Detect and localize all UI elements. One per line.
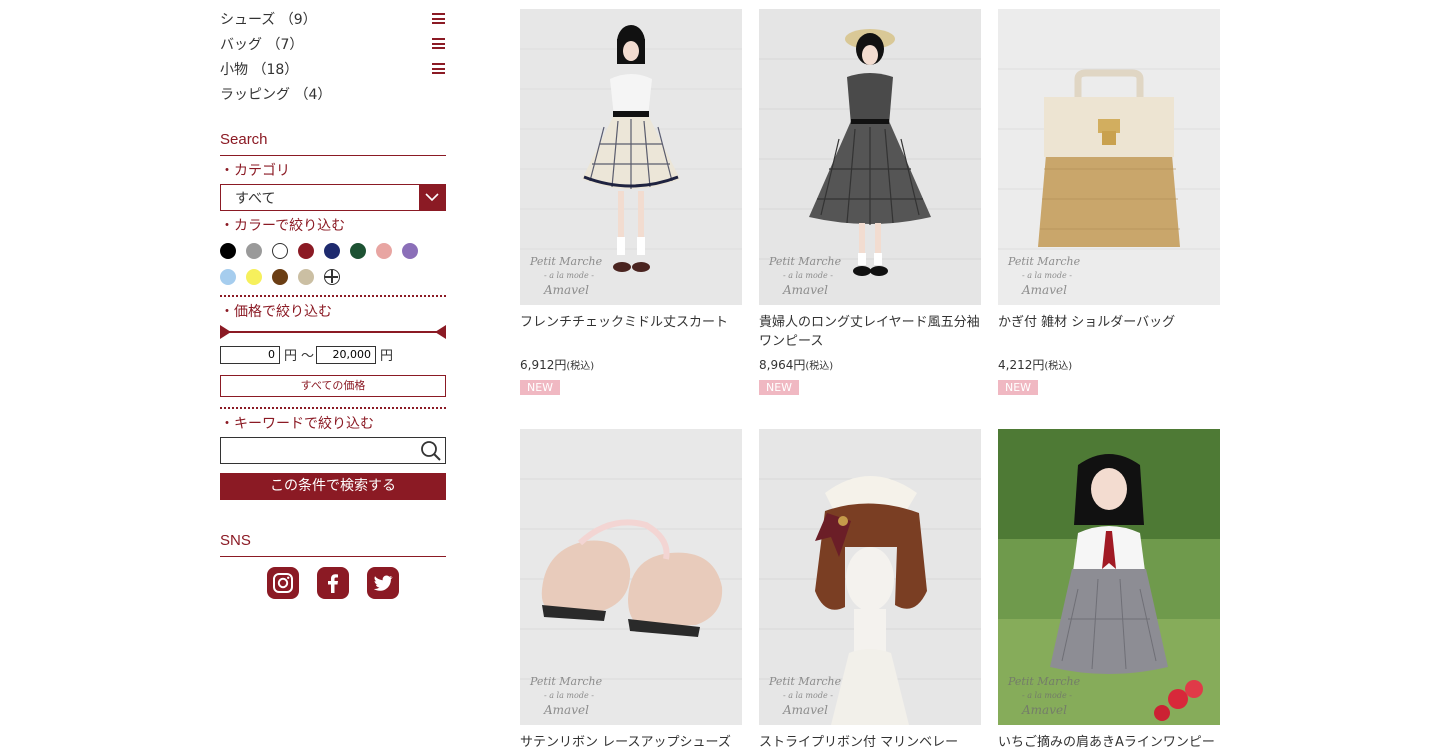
new-badge: NEW <box>759 380 800 395</box>
menu-icon[interactable] <box>432 13 445 24</box>
product-price: 8,964円(税込) <box>759 358 834 372</box>
instagram-icon[interactable] <box>267 567 299 599</box>
new-badge: NEW <box>998 380 1039 395</box>
product-name[interactable]: ストライプリボン付 マリンベレー <box>759 733 981 749</box>
menu-icon[interactable] <box>432 63 445 74</box>
price-max-input[interactable] <box>316 345 377 364</box>
category-label: シューズ （9） <box>220 11 317 28</box>
product-name[interactable]: フレンチチェックミドル丈スカート <box>520 313 742 351</box>
color-swatch[interactable] <box>272 243 288 259</box>
category-label: ラッピング （4） <box>220 86 332 103</box>
category-label: 小物 （18） <box>220 61 299 78</box>
product-image[interactable]: Petit Marche - a la mode - Amavel <box>998 429 1220 725</box>
all-prices-button[interactable]: すべての価格 <box>220 375 446 397</box>
new-badge: NEW <box>520 380 561 395</box>
color-swatch[interactable] <box>246 243 262 259</box>
color-swatch[interactable] <box>298 243 314 259</box>
price-range: 円 〜 円 <box>220 345 446 364</box>
color-swatch[interactable] <box>220 269 236 285</box>
product-name[interactable]: サテンリボン レースアップシューズ <box>520 733 742 749</box>
price-filter-label: ・価格で絞り込む <box>220 304 332 320</box>
category-label: バッグ （7） <box>220 36 304 53</box>
color-swatch[interactable] <box>350 243 366 259</box>
product-name[interactable]: 貴婦人のロング丈レイヤード風五分袖ワンピース <box>759 313 981 351</box>
search-heading: Search <box>220 131 446 156</box>
keyword-input[interactable] <box>221 438 417 463</box>
color-swatch[interactable] <box>324 243 340 259</box>
color-swatch[interactable] <box>298 269 314 285</box>
price-slider[interactable] <box>220 325 446 339</box>
tilde-label: 〜 <box>301 349 315 364</box>
product-image[interactable]: Petit Marche - a la mode - Amavel <box>520 9 742 305</box>
product-price: 6,912円(税込) <box>520 358 595 372</box>
search-submit-button[interactable]: この条件で検索する <box>220 473 446 500</box>
color-swatch[interactable] <box>246 269 262 285</box>
category-item-shoes[interactable]: シューズ （9） <box>220 6 446 31</box>
divider <box>220 295 446 297</box>
product-image[interactable]: Petit Marche - a la mode - Amavel <box>520 429 742 725</box>
watermark: Petit Marche - a la mode - Amavel <box>1008 255 1081 297</box>
product-card[interactable]: Petit Marche - a la mode - Amavel かぎ付 雑材 シ… <box>998 9 1220 395</box>
color-swatch[interactable] <box>220 243 236 259</box>
watermark: Petit Marche - a la mode - Amavel <box>530 255 603 297</box>
watermark: Petit Marche - a la mode - Amavel <box>530 675 603 717</box>
watermark: Petit Marche - a la mode - Amavel <box>769 255 842 297</box>
yen-label: 円 <box>380 349 394 364</box>
product-card[interactable]: Petit Marche - a la mode - Amavel ストライプリボン… <box>759 429 981 749</box>
color-swatches <box>220 243 446 295</box>
product-name[interactable]: いちご摘みの肩あきAラインワンピー <box>998 733 1220 749</box>
divider <box>220 407 446 409</box>
product-card[interactable]: Petit Marche - a la mode - Amavel サテンリボン レ… <box>520 429 742 749</box>
yen-label: 円 <box>284 349 298 364</box>
category-item-bags[interactable]: バッグ （7） <box>220 31 446 56</box>
slider-track <box>220 331 446 333</box>
product-card[interactable]: Petit Marche - a la mode - Amavel 貴婦人のロング丈… <box>759 9 981 395</box>
color-swatch[interactable] <box>272 269 288 285</box>
price-min-input[interactable] <box>220 345 280 364</box>
product-name[interactable]: かぎ付 雑材 ショルダーバッグ <box>998 313 1220 351</box>
product-image[interactable]: Petit Marche - a la mode - Amavel <box>759 429 981 725</box>
category-item-wrapping[interactable]: ラッピング （4） <box>220 81 446 106</box>
product-image[interactable]: Petit Marche - a la mode - Amavel <box>759 9 981 305</box>
watermark: Petit Marche - a la mode - Amavel <box>1008 675 1081 717</box>
color-swatch-multi[interactable] <box>324 269 340 285</box>
watermark: Petit Marche - a la mode - Amavel <box>769 675 842 717</box>
chevron-down-icon[interactable] <box>419 185 445 210</box>
facebook-icon[interactable] <box>317 567 349 599</box>
product-card[interactable]: Petit Marche - a la mode - Amavel フレンチチェック… <box>520 9 742 395</box>
color-filter-label: ・カラーで絞り込む <box>220 218 346 234</box>
category-select-value: すべて <box>235 190 276 207</box>
color-swatch[interactable] <box>376 243 392 259</box>
category-select[interactable]: すべて <box>220 184 446 211</box>
slider-handle-max[interactable] <box>435 325 446 339</box>
slider-handle-min[interactable] <box>220 325 231 339</box>
sns-icons <box>220 567 446 599</box>
menu-icon[interactable] <box>432 38 445 49</box>
product-image[interactable]: Petit Marche - a la mode - Amavel <box>998 9 1220 305</box>
keyword-filter-label: ・キーワードで絞り込む <box>220 416 374 432</box>
keyword-box <box>220 437 446 464</box>
product-card[interactable]: Petit Marche - a la mode - Amavel いちご摘みの肩あ… <box>998 429 1220 749</box>
twitter-icon[interactable] <box>367 567 399 599</box>
sns-heading: SNS <box>220 532 446 557</box>
color-swatch[interactable] <box>402 243 418 259</box>
category-filter-label: ・カテゴリ <box>220 163 290 179</box>
sidebar: シューズ （9） バッグ （7） 小物 （18） ラッピング （4） Searc… <box>220 0 446 599</box>
search-icon[interactable] <box>417 440 445 462</box>
product-price: 4,212円(税込) <box>998 358 1073 372</box>
category-item-accessories[interactable]: 小物 （18） <box>220 56 446 81</box>
category-list: シューズ （9） バッグ （7） 小物 （18） ラッピング （4） <box>220 6 446 106</box>
